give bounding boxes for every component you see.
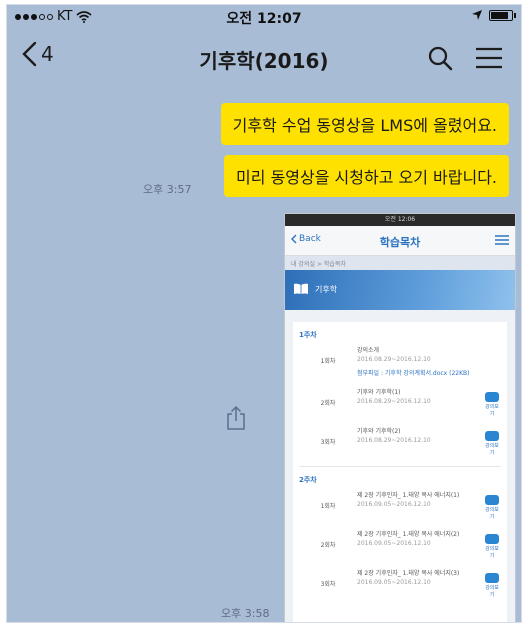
lesson-title: 강의소개 bbox=[357, 347, 380, 354]
video-icon bbox=[485, 534, 499, 544]
location-arrow-icon bbox=[472, 10, 482, 20]
lesson-list: 1주차 1회차 강의소개 2016.08.29~2016.12.10 첨부파일 … bbox=[293, 322, 507, 622]
status-bar: KT 오전 12:07 bbox=[7, 5, 521, 27]
lesson-title: 기후와 기후학(2) bbox=[357, 428, 401, 435]
lesson-title: 제 2장 기후인자_ 1.태양 복사 에너지(2) bbox=[357, 531, 460, 538]
lesson-date: 2016.09.05~2016.12.10 bbox=[357, 501, 431, 508]
message-bubble[interactable]: 미리 동영상을 시청하고 오기 바랍니다. bbox=[224, 155, 509, 197]
message-timestamp: 오후 3:58 bbox=[221, 607, 270, 620]
book-icon bbox=[294, 283, 308, 294]
attachment-file-link: 첨부파일 : 기후학 강의계획서.docx (22KB) bbox=[357, 370, 470, 377]
lesson-number: 3회차 bbox=[320, 439, 336, 446]
search-icon[interactable] bbox=[427, 45, 453, 71]
lesson-number: 2회차 bbox=[320, 542, 336, 549]
lesson-info: 기후와 기후학(2) 2016.08.29~2016.12.10 bbox=[357, 427, 483, 445]
lesson-title: 기후와 기후학(1) bbox=[357, 389, 401, 396]
chat-screen: KT 오전 12:07 4 기후학(2016) 기후학 수업 동영상을 LMS에… bbox=[6, 4, 522, 623]
chat-header: 4 기후학(2016) bbox=[7, 31, 521, 83]
video-button-label: 강의보기 bbox=[485, 507, 499, 520]
lesson-row: 3회차 제 2장 기후인자_ 1.태양 복사 에너지(3) 2016.09.05… bbox=[299, 569, 501, 598]
video-button-label: 강의보기 bbox=[485, 585, 499, 598]
video-icon bbox=[485, 431, 499, 441]
lesson-row: 1회차 강의소개 2016.08.29~2016.12.10 첨부파일 : 기후… bbox=[299, 346, 501, 378]
lesson-number: 3회차 bbox=[320, 581, 336, 588]
course-banner: 기후학 bbox=[285, 270, 515, 310]
week-label: 2주차 bbox=[299, 476, 317, 484]
course-name: 기후학 bbox=[315, 285, 338, 294]
lesson-info: 제 2장 기후인자_ 1.태양 복사 에너지(2) 2016.09.05~201… bbox=[357, 530, 483, 548]
lesson-row: 2회차 제 2장 기후인자_ 1.태양 복사 에너지(2) 2016.09.05… bbox=[299, 530, 501, 559]
lesson-video-button: 강의보기 bbox=[483, 530, 501, 559]
image-attachment[interactable]: 오전 12:06 Back 학습목차 내 강의실 > 학습목차 기후학 1주차 … bbox=[284, 213, 516, 622]
share-icon[interactable] bbox=[225, 405, 247, 431]
lesson-info: 제 2장 기후인자_ 1.태양 복사 에너지(3) 2016.09.05~201… bbox=[357, 569, 483, 587]
lesson-date: 2016.08.29~2016.12.10 bbox=[357, 398, 431, 405]
lesson-info: 강의소개 2016.08.29~2016.12.10 첨부파일 : 기후학 강의… bbox=[357, 346, 483, 378]
lesson-video-button: 강의보기 bbox=[483, 427, 501, 456]
lesson-title: 제 2장 기후인자_ 1.태양 복사 에너지(3) bbox=[357, 570, 460, 577]
attachment-status-bar: 오전 12:06 bbox=[285, 214, 515, 226]
lesson-info: 제 2장 기후인자_ 1.태양 복사 에너지(1) 2016.09.05~201… bbox=[357, 491, 483, 509]
lesson-number: 1회차 bbox=[320, 503, 336, 510]
menu-icon[interactable] bbox=[475, 47, 503, 69]
week-label: 1주차 bbox=[299, 331, 317, 339]
lesson-date: 2016.08.29~2016.12.10 bbox=[357, 437, 431, 444]
lesson-row: 3회차 기후와 기후학(2) 2016.08.29~2016.12.10 강의보… bbox=[299, 427, 501, 456]
lesson-video-button: 강의보기 bbox=[483, 388, 501, 417]
video-button-label: 강의보기 bbox=[485, 546, 499, 559]
lesson-number: 1회차 bbox=[320, 358, 336, 365]
lesson-info: 기후와 기후학(1) 2016.08.29~2016.12.10 bbox=[357, 388, 483, 406]
lesson-list-area: 1주차 1회차 강의소개 2016.08.29~2016.12.10 첨부파일 … bbox=[285, 310, 515, 622]
lesson-video-button: 강의보기 bbox=[483, 491, 501, 520]
attachment-header: Back 학습목차 bbox=[285, 226, 515, 256]
video-icon bbox=[485, 392, 499, 402]
video-button-label: 강의보기 bbox=[485, 443, 499, 456]
lesson-video-button: 강의보기 bbox=[483, 569, 501, 598]
video-icon bbox=[485, 573, 499, 583]
lesson-row: 1회차 제 2장 기후인자_ 1.태양 복사 에너지(1) 2016.09.05… bbox=[299, 491, 501, 520]
attachment-title: 학습목차 bbox=[379, 236, 421, 249]
lesson-date: 2016.09.05~2016.12.10 bbox=[357, 540, 431, 547]
lesson-date: 2016.09.05~2016.12.10 bbox=[357, 579, 431, 586]
message-bubble[interactable]: 기후학 수업 동영상을 LMS에 올렸어요. bbox=[220, 103, 509, 145]
menu-icon bbox=[495, 235, 509, 245]
breadcrumb: 내 강의실 > 학습목차 bbox=[285, 256, 515, 270]
divider bbox=[299, 466, 501, 467]
lesson-title: 제 2장 기후인자_ 1.태양 복사 에너지(1) bbox=[357, 492, 460, 499]
lesson-number: 2회차 bbox=[320, 400, 336, 407]
battery-icon bbox=[489, 9, 516, 21]
video-button-label: 강의보기 bbox=[485, 404, 499, 417]
message-timestamp: 오후 3:57 bbox=[143, 183, 192, 196]
status-right bbox=[471, 9, 516, 21]
status-time: 오전 12:07 bbox=[226, 11, 302, 27]
lesson-date: 2016.08.29~2016.12.10 bbox=[357, 356, 431, 363]
lesson-row: 2회차 기후와 기후학(1) 2016.08.29~2016.12.10 강의보… bbox=[299, 388, 501, 417]
video-icon bbox=[485, 495, 499, 505]
